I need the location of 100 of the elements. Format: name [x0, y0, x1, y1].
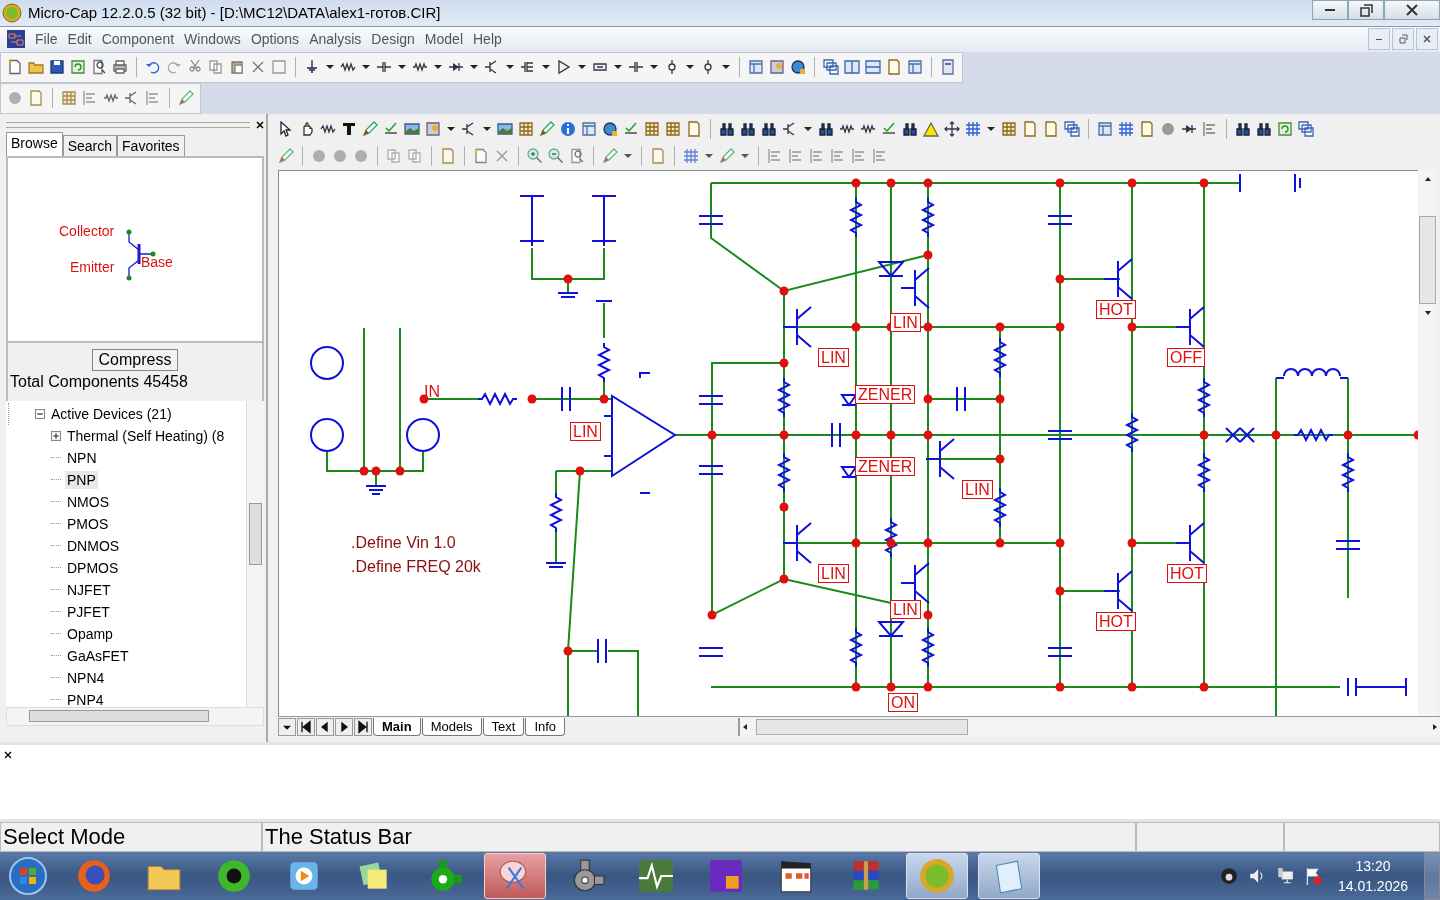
- expander-icon[interactable]: [51, 430, 61, 441]
- tree-item[interactable]: Active Devices (21): [49, 404, 174, 423]
- page-icon[interactable]: [686, 121, 702, 138]
- scrollbar[interactable]: [738, 717, 1440, 736]
- menu-item[interactable]: Options: [247, 31, 307, 48]
- globe-icon[interactable]: [790, 59, 806, 76]
- tree-item[interactable]: DPMOS: [65, 558, 121, 577]
- print-icon[interactable]: [112, 59, 128, 76]
- compress-button[interactable]: Compress: [91, 348, 179, 371]
- tree-item[interactable]: NMOS: [65, 492, 111, 511]
- grid-icon[interactable]: [965, 121, 981, 138]
- calculator-icon[interactable]: [940, 59, 956, 76]
- paste-icon[interactable]: [229, 59, 245, 76]
- sheet-tab[interactable]: Info: [525, 717, 566, 736]
- tree-item[interactable]: DNMOS: [65, 536, 122, 555]
- scrollbar[interactable]: [1418, 169, 1437, 716]
- tree-item[interactable]: NPN4: [65, 668, 107, 687]
- close-button[interactable]: [1384, 0, 1440, 20]
- tree-item[interactable]: PJFET: [65, 602, 112, 621]
- menu-item[interactable]: Analysis: [306, 31, 369, 48]
- binoculars-icon[interactable]: [902, 121, 918, 138]
- pen-icon[interactable]: [539, 121, 555, 138]
- panel-icon[interactable]: [1097, 121, 1113, 138]
- pen-icon[interactable]: [719, 148, 735, 165]
- page-icon[interactable]: [1139, 121, 1155, 138]
- globe-icon[interactable]: [602, 121, 618, 138]
- copy-icon[interactable]: [208, 59, 224, 76]
- scrollbar-thumb[interactable]: [756, 718, 968, 735]
- tree-item[interactable]: Opamp: [65, 624, 115, 643]
- binoculars-icon[interactable]: [761, 121, 777, 138]
- network-icon[interactable]: [1275, 867, 1294, 885]
- pen-icon[interactable]: [278, 148, 294, 165]
- browser-tab[interactable]: Search: [62, 134, 118, 156]
- opamp-symbol-icon[interactable]: [556, 59, 572, 76]
- minimize-button[interactable]: [1312, 0, 1348, 20]
- binoculars-icon[interactable]: [1256, 121, 1272, 138]
- text-tool-icon[interactable]: [341, 121, 357, 138]
- picture-icon[interactable]: [404, 121, 420, 138]
- print-preview-icon[interactable]: [91, 59, 107, 76]
- cascade-windows-icon[interactable]: [1064, 121, 1080, 138]
- zoom-out-icon[interactable]: [548, 148, 564, 165]
- move-icon[interactable]: [944, 121, 960, 138]
- pen-icon[interactable]: [178, 90, 194, 107]
- table-icon[interactable]: [665, 121, 681, 138]
- previous-page-icon[interactable]: [316, 717, 334, 736]
- warning-icon[interactable]: [923, 121, 939, 138]
- menu-item[interactable]: Component: [98, 31, 182, 48]
- print-preview-icon[interactable]: [569, 148, 585, 165]
- zoom-in-icon[interactable]: [527, 148, 543, 165]
- tree-item[interactable]: NJFET: [65, 580, 113, 599]
- binoculars-icon[interactable]: [719, 121, 735, 138]
- tile-horizontal-icon[interactable]: [865, 59, 881, 76]
- tile-vertical-icon[interactable]: [844, 59, 860, 76]
- dropdown-caret-icon[interactable]: [278, 717, 296, 736]
- sheet-tab[interactable]: Text: [482, 717, 525, 736]
- table-icon[interactable]: [61, 90, 77, 107]
- info-icon[interactable]: [560, 121, 576, 138]
- first-page-icon[interactable]: [297, 717, 315, 736]
- cascade-windows-icon[interactable]: [823, 59, 839, 76]
- grid-icon[interactable]: [683, 148, 699, 165]
- picture-icon[interactable]: [497, 121, 513, 138]
- schematic-canvas[interactable]: IN LIN LIN LIN ZENER ZENER LIN LIN LIN HOT OFF HOT HOT ON .Define Vin 1.0 .Define FREQ 20k: [278, 169, 1418, 716]
- start-button[interactable]: [8, 856, 48, 896]
- expander-icon[interactable]: [35, 408, 45, 419]
- save-icon[interactable]: [49, 59, 65, 76]
- panel-icon[interactable]: [581, 121, 597, 138]
- cascade-windows-icon[interactable]: [1298, 121, 1314, 138]
- menu-item[interactable]: Design: [368, 31, 422, 48]
- binoculars-icon[interactable]: [740, 121, 756, 138]
- folder-icon[interactable]: [28, 59, 44, 76]
- close-icon[interactable]: [256, 120, 264, 129]
- menu-item[interactable]: Windows: [181, 31, 248, 48]
- pointer-icon[interactable]: [278, 121, 294, 138]
- close-button[interactable]: [1416, 28, 1438, 51]
- menu-item[interactable]: File: [32, 31, 65, 48]
- sheet-tab[interactable]: Main: [373, 717, 421, 736]
- table-icon[interactable]: [1001, 121, 1017, 138]
- sheet-tab[interactable]: Models: [421, 717, 482, 736]
- refresh-icon[interactable]: [70, 59, 86, 76]
- page-icon[interactable]: [1022, 121, 1038, 138]
- page-icon[interactable]: [886, 59, 902, 76]
- tree-item[interactable]: Thermal (Self Heating) (8: [65, 426, 227, 445]
- table-icon[interactable]: [644, 121, 660, 138]
- page-icon[interactable]: [1043, 121, 1059, 138]
- round-button-icon[interactable]: [1160, 121, 1176, 138]
- binoculars-icon[interactable]: [1235, 121, 1251, 138]
- tree-item[interactable]: PNP: [65, 470, 98, 489]
- restore-button[interactable]: [1348, 0, 1384, 20]
- menu-item[interactable]: Edit: [64, 31, 99, 48]
- menu-item[interactable]: Help: [470, 31, 509, 48]
- new-file-icon[interactable]: [473, 148, 489, 165]
- grid-icon[interactable]: [1118, 121, 1134, 138]
- clock[interactable]: 13:20 14.01.2026: [1331, 856, 1414, 896]
- next-page-icon[interactable]: [335, 717, 353, 736]
- last-page-icon[interactable]: [354, 717, 372, 736]
- tree-item[interactable]: PMOS: [65, 514, 111, 533]
- scrollbar-thumb[interactable]: [249, 502, 262, 565]
- binoculars-icon[interactable]: [818, 121, 834, 138]
- speaker-ring-icon[interactable]: [1219, 867, 1238, 885]
- tree-item[interactable]: PNP4: [65, 690, 106, 707]
